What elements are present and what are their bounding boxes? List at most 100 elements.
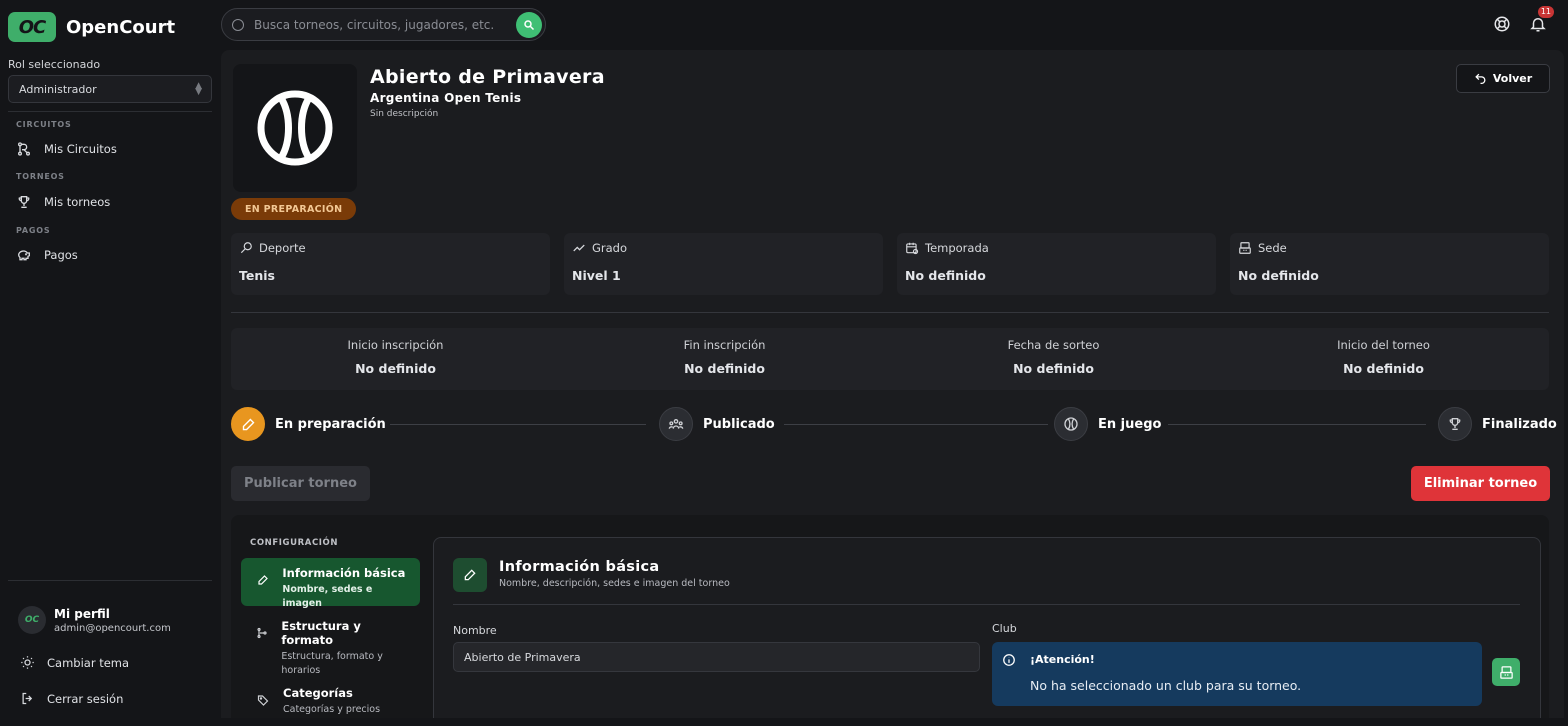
trophy-icon	[1449, 418, 1461, 430]
date-inicio-inscripcion: Inicio inscripción No definido	[231, 328, 560, 390]
piggy-bank-icon	[17, 250, 30, 261]
configuration-label: CONFIGURACIÓN	[250, 538, 339, 548]
date-label: Inicio inscripción	[347, 338, 444, 352]
trend-icon	[573, 244, 585, 252]
dates-panel: Inicio inscripción No definido Fin inscr…	[231, 328, 1549, 390]
alert-title: ¡Atención!	[1030, 653, 1095, 666]
info-icon	[1003, 654, 1015, 666]
app-name: OpenCourt	[66, 16, 176, 38]
step-publicado: Publicado	[659, 407, 775, 441]
publish-tournament-button[interactable]: Publicar torneo	[231, 466, 370, 501]
name-field-label: Nombre	[453, 624, 497, 637]
users-icon	[668, 419, 684, 429]
role-label: Rol seleccionado	[8, 58, 101, 71]
stepper-line	[784, 424, 1048, 425]
profile-name: Mi perfil	[54, 606, 110, 621]
sidebar-item-label: Pagos	[44, 248, 78, 262]
circuit-icon	[18, 142, 30, 156]
step-indicator	[1438, 407, 1472, 441]
back-label: Volver	[1492, 72, 1533, 85]
info-card-label: Temporada	[925, 241, 989, 255]
sun-icon	[21, 656, 34, 669]
select-club-button[interactable]	[1492, 658, 1520, 686]
step-indicator	[231, 407, 265, 441]
sidebar: Rol seleccionado Administrador ▲ ▼ CIRCUI…	[0, 50, 220, 726]
delete-tournament-button[interactable]: Eliminar torneo	[1411, 466, 1550, 501]
back-button[interactable]: Volver	[1456, 64, 1550, 93]
date-value: No definido	[1343, 361, 1424, 376]
section-divider	[231, 312, 1549, 313]
panel-subtitle: Nombre, descripción, sedes e imagen del …	[499, 578, 730, 589]
sidebar-item-pagos[interactable]: Pagos	[16, 247, 78, 263]
tennis-ball-icon	[257, 90, 333, 166]
tournament-organization: Argentina Open Tenis	[370, 91, 522, 105]
search-icon	[232, 18, 244, 31]
notifications-button[interactable]: 11	[1528, 6, 1554, 34]
info-card-grado: Grado Nivel 1	[564, 233, 883, 295]
sidebar-divider	[8, 580, 212, 581]
config-nav-subtitle: Categorías y precios	[283, 704, 381, 715]
club-alert: ¡Atención! No ha seleccionado un club pa…	[992, 642, 1482, 706]
bracket-icon	[257, 627, 267, 639]
date-label: Inicio del torneo	[1337, 338, 1430, 352]
step-indicator	[659, 407, 693, 441]
info-card-value: No definido	[905, 268, 986, 283]
profile-link[interactable]: OC Mi perfil admin@opencourt.com	[18, 606, 171, 634]
change-theme-label: Cambiar tema	[47, 655, 130, 670]
support-button[interactable]	[1492, 14, 1512, 34]
info-card-value: Nivel 1	[572, 268, 621, 283]
sidebar-item-mis-circuitos[interactable]: Mis Circuitos	[16, 141, 117, 157]
sidebar-item-mis-torneos[interactable]: Mis torneos	[16, 194, 110, 210]
step-en-preparacion: En preparación	[231, 407, 386, 441]
step-label: En preparación	[275, 416, 386, 432]
section-label-torneos: TORNEOS	[16, 172, 65, 181]
config-nav-informacion-basica[interactable]: Información básica Nombre, sedes e image…	[241, 558, 420, 609]
pencil-icon	[242, 418, 254, 430]
search-button[interactable]	[516, 12, 542, 38]
section-label-pagos: PAGOS	[16, 226, 51, 235]
date-inicio-torneo: Inicio del torneo No definido	[1219, 328, 1548, 390]
panel-title: Información básica	[499, 559, 660, 575]
info-card-label: Grado	[592, 241, 628, 255]
info-card-label: Sede	[1258, 241, 1287, 255]
status-badge: EN PREPARACIÓN	[231, 198, 357, 220]
stepper-line	[1168, 424, 1426, 425]
change-theme-button[interactable]: Cambiar tema	[20, 655, 129, 670]
sidebar-item-label: Mis torneos	[44, 195, 111, 209]
config-nav-subtitle: Nombre, sedes e imagen	[282, 584, 373, 609]
step-finalizado: Finalizado	[1438, 407, 1557, 441]
config-nav-estructura-formato[interactable]: Estructura y formato Estructura, formato…	[241, 611, 420, 676]
app-root: OC OpenCourt 11 Rol seleccionado Adminis…	[0, 0, 1568, 726]
date-value: No definido	[355, 361, 436, 376]
logout-icon	[22, 692, 33, 705]
tennis-ball-icon	[1064, 417, 1078, 431]
date-fecha-sorteo: Fecha de sorteo No definido	[889, 328, 1218, 390]
date-value: No definido	[1013, 361, 1094, 376]
app-logo[interactable]: OC OpenCourt	[8, 12, 175, 42]
calendar-icon	[906, 242, 919, 255]
role-value: Administrador	[19, 82, 97, 96]
trophy-icon	[18, 196, 30, 208]
search-input[interactable]	[254, 17, 512, 32]
date-fin-inscripcion: Fin inscripción No definido	[560, 328, 889, 390]
pencil-icon	[464, 569, 476, 581]
config-nav-categorias[interactable]: Categorías Categorías y precios	[241, 678, 420, 718]
profile-email: admin@opencourt.com	[54, 622, 171, 634]
basic-info-panel: Información básica Nombre, descripción, …	[433, 537, 1541, 718]
config-nav-title: Información básica	[282, 566, 406, 580]
step-en-juego: En juego	[1054, 407, 1161, 441]
step-label: Publicado	[703, 416, 775, 432]
role-select[interactable]: Administrador ▲ ▼	[8, 75, 212, 103]
info-card-temporada: Temporada No definido	[897, 233, 1216, 295]
notification-badge: 11	[1537, 6, 1554, 18]
date-label: Fecha de sorteo	[1007, 338, 1100, 352]
logout-button[interactable]: Cerrar sesión	[20, 691, 123, 706]
chevron-up-down-icon: ▲ ▼	[195, 81, 202, 97]
racket-icon	[240, 242, 252, 254]
stepper-line	[390, 424, 646, 425]
logo-mark: OC	[8, 12, 56, 42]
info-card-sede: Sede No definido	[1230, 233, 1549, 295]
name-field[interactable]	[453, 642, 980, 672]
section-label-circuitos: CIRCUITOS	[16, 120, 72, 129]
sidebar-divider	[8, 111, 212, 112]
